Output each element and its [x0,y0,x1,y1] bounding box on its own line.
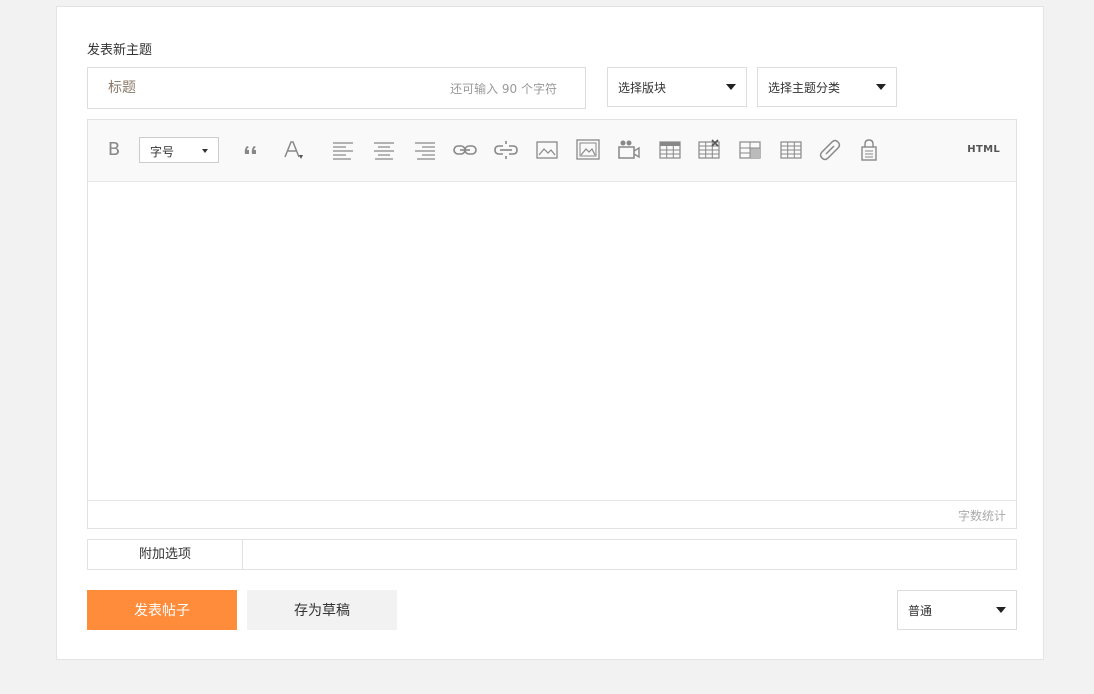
video-icon [618,140,640,159]
category-select-label: 选择主题分类 [768,81,841,95]
split-cells-button[interactable] [778,137,804,163]
font-color-icon [284,141,303,159]
delete-table-icon [698,139,720,159]
font-size-select[interactable]: 字号 [139,137,219,163]
align-center-icon [374,142,394,160]
unlink-icon [494,141,518,159]
unlink-button[interactable] [493,137,519,163]
editor-content-area[interactable] [88,182,1016,501]
delete-table-button[interactable] [696,137,722,163]
editor-toolbar: B 字号 HTML [88,120,1016,182]
hide-content-icon [861,139,877,161]
attach-image-icon [576,139,600,160]
extra-options-tab[interactable]: 附加选项 [88,540,243,569]
quote-icon [244,146,256,154]
align-center-button[interactable] [371,137,397,163]
align-left-button[interactable] [330,137,356,163]
caret-down-icon [996,607,1006,613]
link-button[interactable] [452,137,478,163]
post-form-panel: 发表新主题 还可输入 90 个字符 选择版块 选择主题分类 B 字号 [56,6,1044,660]
align-right-icon [415,142,435,160]
caret-down-icon [726,84,736,90]
rich-text-editor: B 字号 HTML 字数统计 [87,119,1017,529]
title-field[interactable]: 还可输入 90 个字符 [87,67,586,109]
title-char-counter: 还可输入 90 个字符 [450,82,557,96]
post-type-label: 普通 [908,604,933,618]
merge-cells-icon [739,141,761,159]
title-input[interactable] [88,68,428,108]
save-draft-button[interactable]: 存为草稿 [247,590,397,630]
image-button[interactable] [534,137,560,163]
hide-content-button[interactable] [856,137,882,163]
attach-image-button[interactable] [575,137,601,163]
html-mode-button[interactable]: HTML [967,144,1000,155]
word-count-link[interactable]: 字数统计 [958,507,1006,524]
editor-status-bar: 字数统计 [88,500,1016,528]
table-button[interactable] [657,137,683,163]
extra-options-bar: 附加选项 [87,539,1017,570]
category-select[interactable]: 选择主题分类 [757,67,897,107]
table-icon [659,141,681,159]
bold-icon: B [107,139,121,160]
submit-post-button[interactable]: 发表帖子 [87,590,237,630]
align-right-button[interactable] [412,137,438,163]
caret-down-icon [876,84,886,90]
post-type-select[interactable]: 普通 [897,590,1017,630]
quote-button[interactable] [239,137,265,163]
video-button[interactable] [616,137,642,163]
attachment-icon [819,139,841,161]
merge-cells-button[interactable] [737,137,763,163]
attachment-button[interactable] [817,137,843,163]
forum-select-label: 选择版块 [618,81,667,95]
forum-select[interactable]: 选择版块 [607,67,747,107]
page-title: 发表新主题 [87,43,153,58]
image-icon [536,141,558,159]
caret-down-icon [202,149,208,153]
link-icon [453,145,477,155]
align-left-icon [333,142,353,160]
bold-button[interactable]: B [101,137,127,163]
font-color-button[interactable] [280,137,306,163]
split-cells-icon [780,141,802,159]
font-size-label: 字号 [150,145,175,159]
